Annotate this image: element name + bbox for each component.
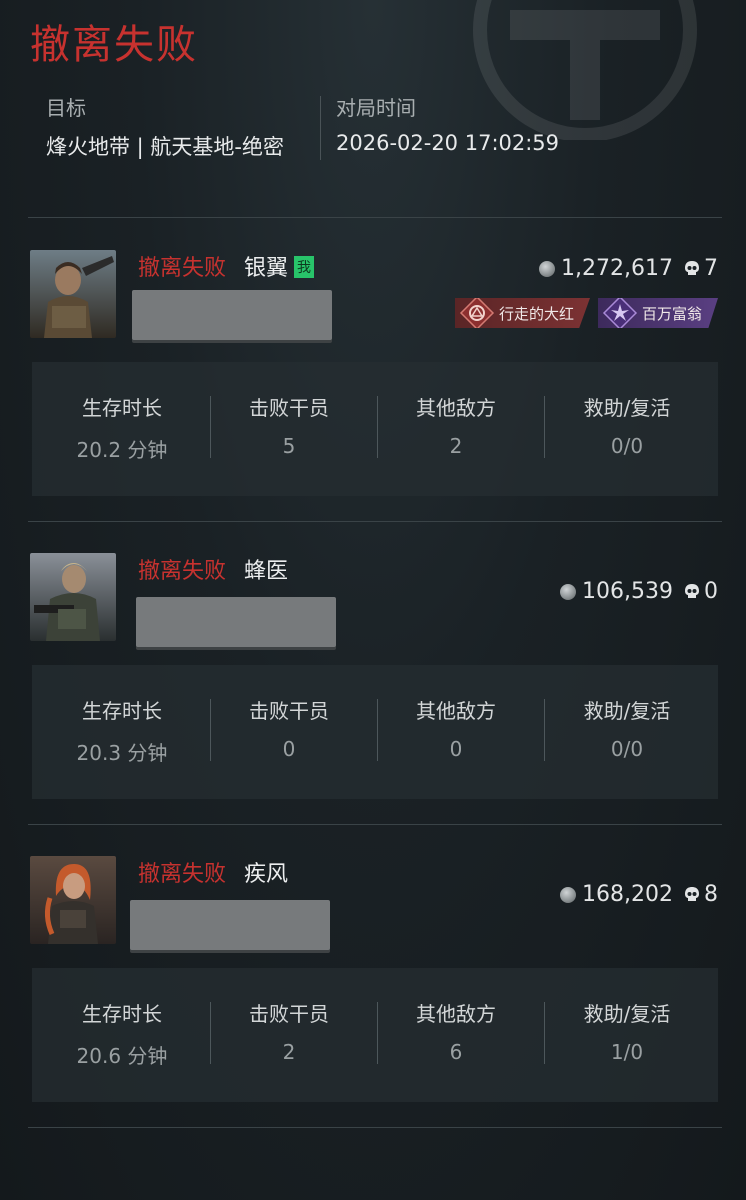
stat-rescue: 救助/复活 1/0 bbox=[543, 998, 711, 1064]
page-title: 撤离失败 bbox=[30, 22, 198, 68]
stat-label: 击败干员 bbox=[249, 1002, 329, 1026]
player-stats: 生存时长 20.3 分钟 击败干员 0 其他敌方 0 救助/复活 0/0 bbox=[32, 665, 718, 799]
divider bbox=[28, 824, 722, 825]
player-value-kills: 106,539 0 bbox=[560, 579, 718, 604]
player-name: 银翼我 bbox=[244, 250, 315, 282]
stat-label: 击败干员 bbox=[249, 396, 329, 420]
player-name-text: 蜂医 bbox=[244, 559, 289, 584]
skull-icon bbox=[683, 260, 701, 278]
player-kills: 0 bbox=[704, 579, 718, 604]
stat-operators: 击败干员 0 bbox=[205, 695, 373, 761]
stat-label: 其他敌方 bbox=[416, 699, 496, 723]
player-card[interactable]: 撤离失败 银翼我 1,272,617 7 行走的大红 百万富翁 生存时长 20.… bbox=[28, 250, 722, 500]
stat-value: 1/0 bbox=[610, 1040, 644, 1064]
stat-label: 其他敌方 bbox=[416, 396, 496, 420]
badge-list: 行走的大红 百万富翁 bbox=[454, 298, 718, 328]
match-result-page: 撤离失败 目标 烽火地带 | 航天基地-绝密 对局时间 2026-02-20 1… bbox=[0, 0, 746, 1200]
skull-icon bbox=[683, 583, 701, 601]
player-name-text: 银翼 bbox=[244, 256, 289, 281]
stat-value: 2 bbox=[282, 1040, 296, 1064]
stat-rescue: 救助/复活 0/0 bbox=[543, 695, 711, 761]
stat-value: 20.6 分钟 bbox=[76, 1044, 168, 1068]
redacted-block bbox=[130, 900, 330, 950]
player-value: 1,272,617 bbox=[561, 256, 673, 281]
stat-label: 生存时长 bbox=[82, 396, 162, 420]
stat-survival: 生存时长 20.3 分钟 bbox=[38, 695, 206, 766]
stat-value: 2 bbox=[449, 434, 463, 458]
target-info: 目标 烽火地带 | 航天基地-绝密 bbox=[46, 92, 284, 161]
meta-divider bbox=[320, 96, 321, 160]
redacted-block bbox=[132, 290, 332, 340]
stat-value: 6 bbox=[449, 1040, 463, 1064]
player-value-kills: 168,202 8 bbox=[560, 882, 718, 907]
player-kills: 7 bbox=[704, 256, 718, 281]
stat-label: 救助/复活 bbox=[583, 699, 671, 723]
player-stats: 生存时长 20.2 分钟 击败干员 5 其他敌方 2 救助/复活 0/0 bbox=[32, 362, 718, 496]
stat-survival: 生存时长 20.6 分钟 bbox=[38, 998, 206, 1069]
stat-label: 生存时长 bbox=[82, 1002, 162, 1026]
player-name-text: 疾风 bbox=[244, 862, 289, 887]
player-stats: 生存时长 20.6 分钟 击败干员 2 其他敌方 6 救助/复活 1/0 bbox=[32, 968, 718, 1102]
player-value: 168,202 bbox=[582, 882, 673, 907]
stat-label: 救助/复活 bbox=[583, 396, 671, 420]
stat-other-enemies: 其他敌方 0 bbox=[372, 695, 540, 761]
stat-other-enemies: 其他敌方 2 bbox=[372, 392, 540, 458]
stat-value: 20.3 分钟 bbox=[76, 741, 168, 765]
player-value-kills: 1,272,617 7 bbox=[539, 256, 718, 281]
purple-burst-badge-icon bbox=[602, 298, 638, 328]
stat-value: 20.2 分钟 bbox=[76, 438, 168, 462]
stat-label: 生存时长 bbox=[82, 699, 162, 723]
divider bbox=[28, 217, 722, 218]
player-name: 疾风 bbox=[244, 856, 288, 888]
player-card[interactable]: 撤离失败 疾风 168,202 8 生存时长 20.6 分钟 击败干员 2 其他敌方… bbox=[28, 856, 722, 1106]
operator-avatar bbox=[30, 250, 116, 338]
player-status: 撤离失败 bbox=[138, 559, 227, 584]
operator-avatar bbox=[30, 553, 116, 641]
player-status: 撤离失败 bbox=[138, 256, 227, 281]
coin-icon bbox=[560, 886, 577, 903]
stat-rescue: 救助/复活 0/0 bbox=[543, 392, 711, 458]
stat-label: 击败干员 bbox=[249, 699, 329, 723]
stat-other-enemies: 其他敌方 6 bbox=[372, 998, 540, 1064]
stat-label: 其他敌方 bbox=[416, 1002, 496, 1026]
skull-icon bbox=[683, 886, 701, 904]
time-label: 对局时间 bbox=[336, 96, 416, 120]
target-value: 烽火地带 | 航天基地-绝密 bbox=[46, 135, 285, 159]
me-tag: 我 bbox=[294, 256, 315, 278]
coin-icon bbox=[560, 583, 577, 600]
red-triangle-badge-icon bbox=[459, 298, 495, 328]
player-value: 106,539 bbox=[582, 579, 673, 604]
target-label: 目标 bbox=[46, 96, 86, 120]
player-card[interactable]: 撤离失败 蜂医 106,539 0 生存时长 20.3 分钟 击败干员 0 其他敌方… bbox=[28, 553, 722, 803]
operator-avatar bbox=[30, 856, 116, 944]
stat-operators: 击败干员 2 bbox=[205, 998, 373, 1064]
badge-item[interactable]: 百万富翁 bbox=[597, 298, 718, 328]
badge-item[interactable]: 行走的大红 bbox=[454, 298, 590, 328]
player-status: 撤离失败 bbox=[138, 862, 227, 887]
stat-value: 0 bbox=[282, 737, 296, 761]
coin-icon bbox=[539, 260, 556, 277]
badge-label: 百万富翁 bbox=[641, 304, 702, 323]
stat-value: 0 bbox=[449, 737, 463, 761]
stat-survival: 生存时长 20.2 分钟 bbox=[38, 392, 206, 463]
player-kills: 8 bbox=[704, 882, 718, 907]
stat-operators: 击败干员 5 bbox=[205, 392, 373, 458]
time-value: 2026-02-20 17:02:59 bbox=[336, 131, 560, 155]
player-name: 蜂医 bbox=[244, 553, 288, 585]
stat-value: 5 bbox=[282, 434, 296, 458]
stat-label: 救助/复活 bbox=[583, 1002, 671, 1026]
divider bbox=[28, 1127, 722, 1128]
divider bbox=[28, 521, 722, 522]
stat-value: 0/0 bbox=[610, 737, 644, 761]
badge-label: 行走的大红 bbox=[498, 304, 574, 323]
time-info: 对局时间 2026-02-20 17:02:59 bbox=[336, 92, 559, 155]
stat-value: 0/0 bbox=[610, 434, 644, 458]
redacted-block bbox=[136, 597, 336, 647]
